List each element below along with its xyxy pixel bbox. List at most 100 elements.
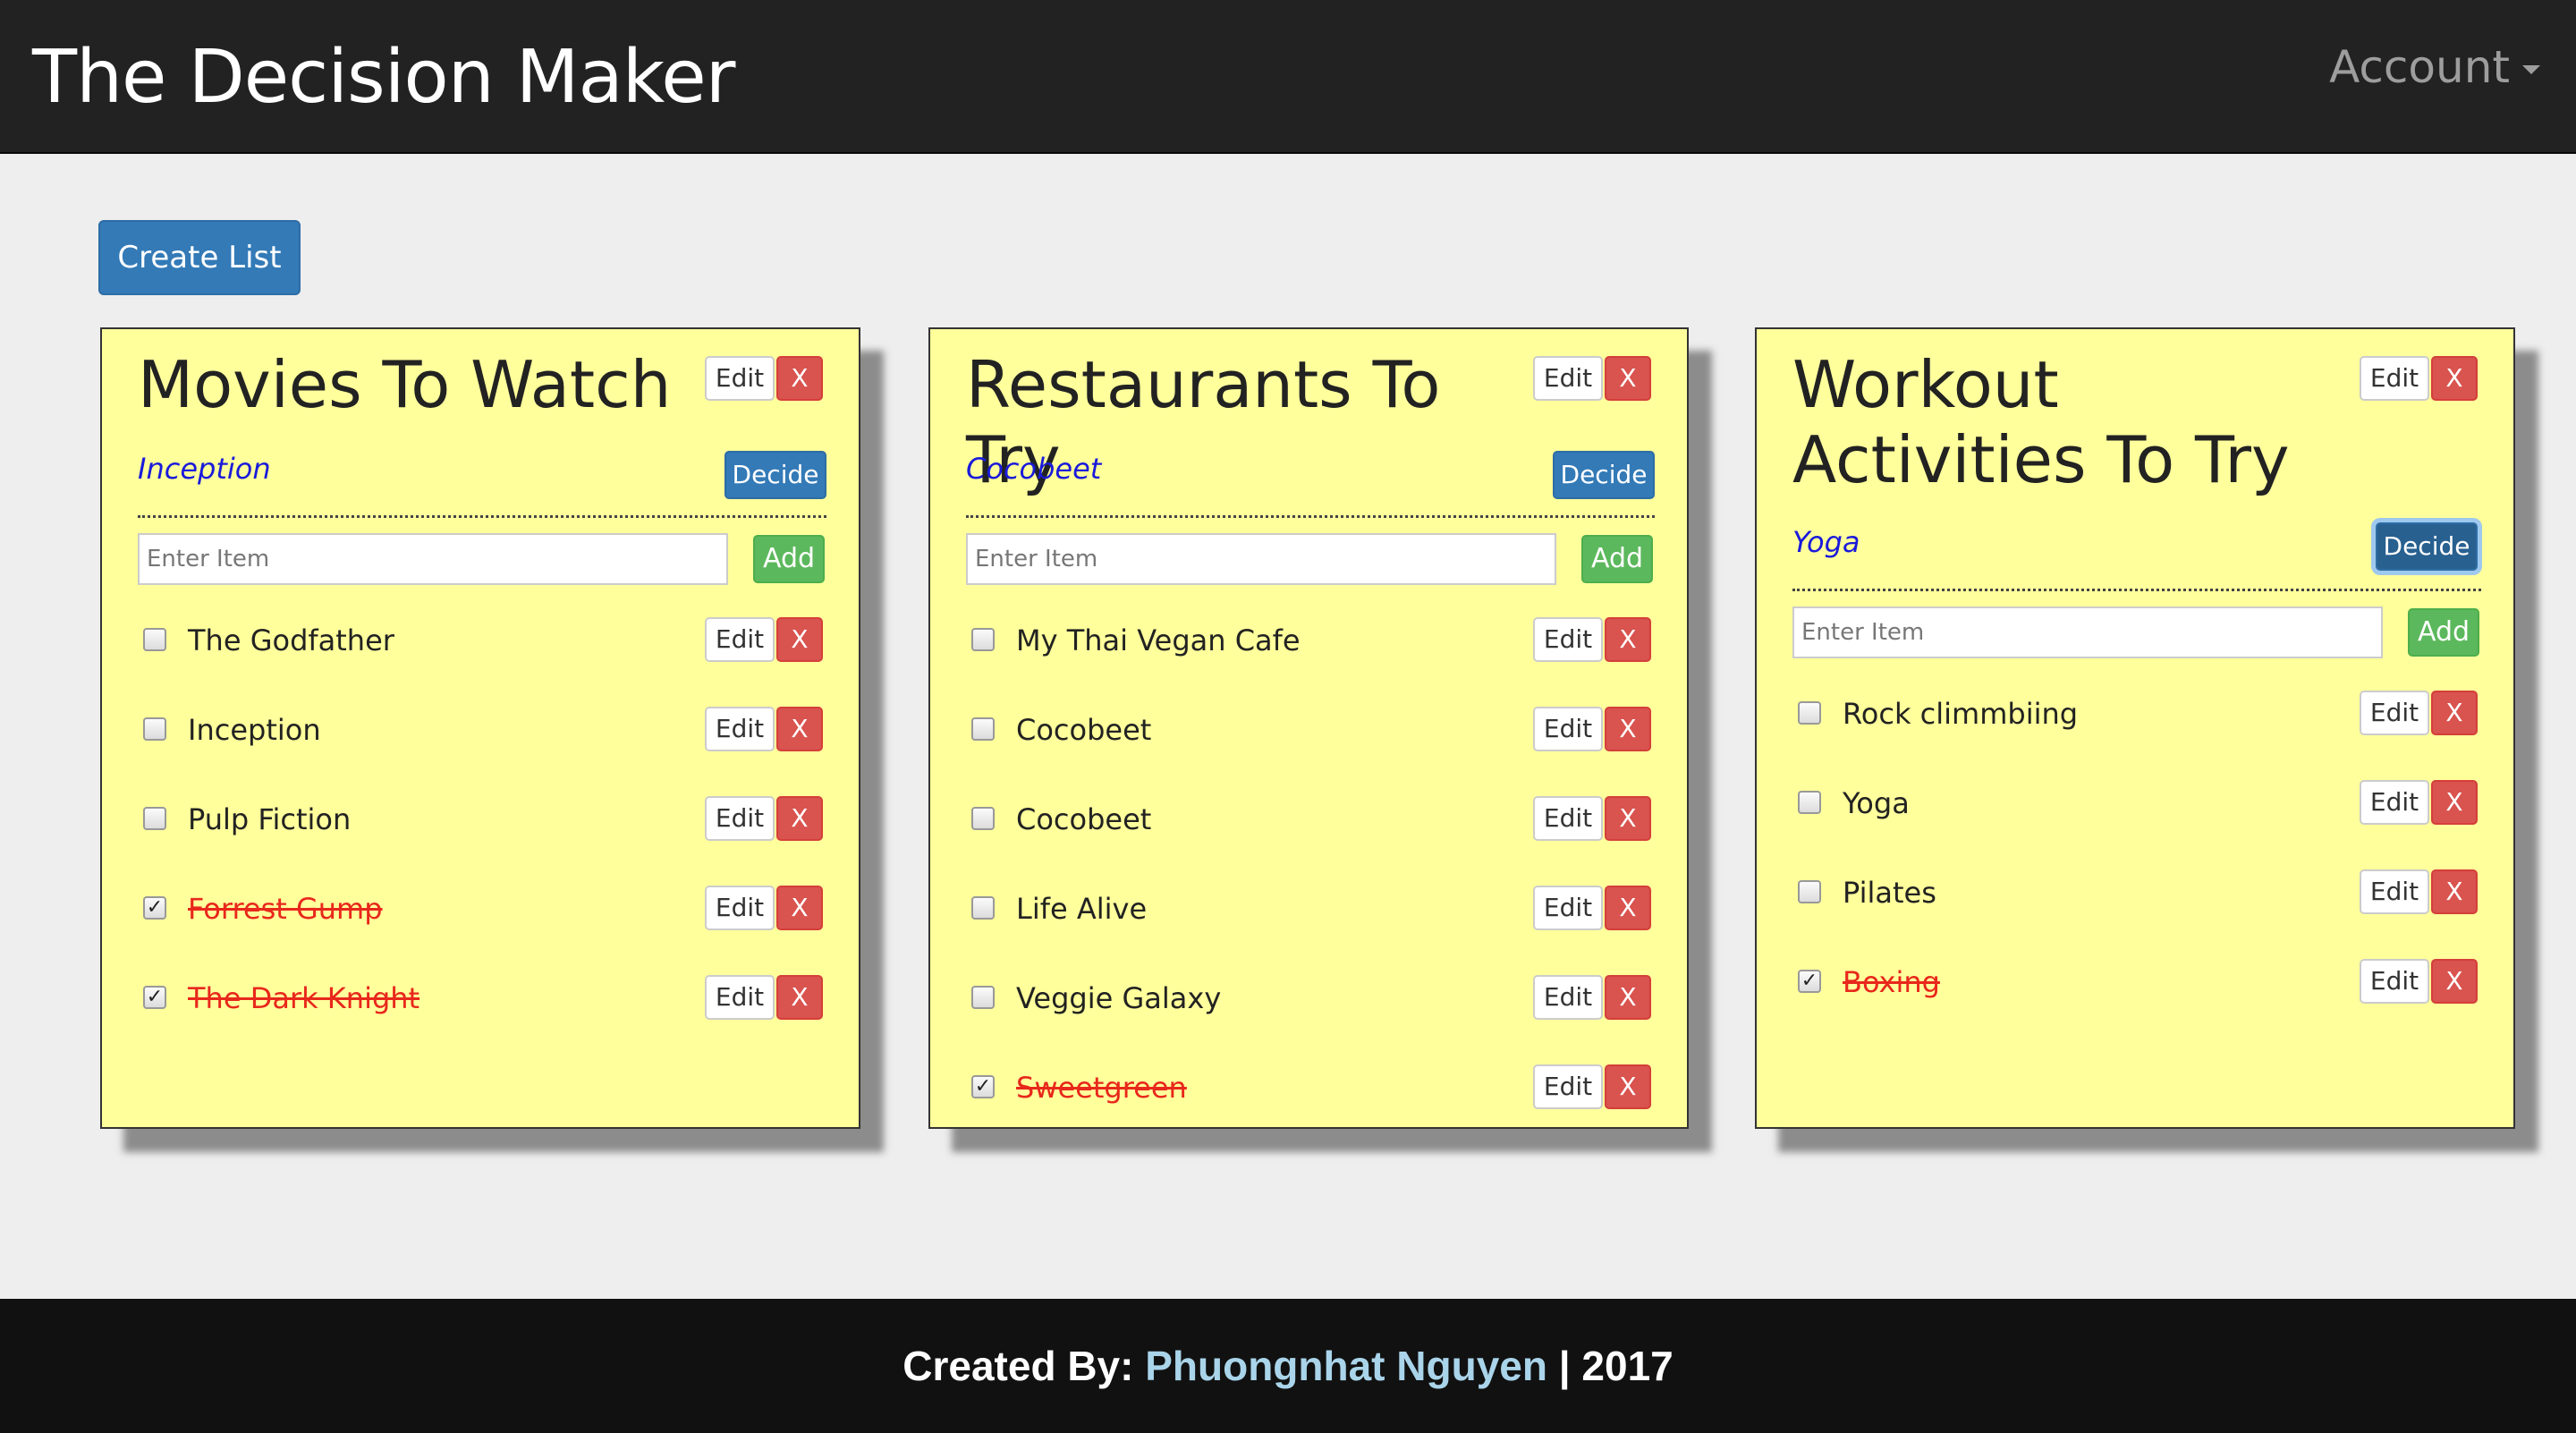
delete-item-button[interactable]: X xyxy=(1605,617,1651,662)
item-checkbox[interactable] xyxy=(971,628,995,651)
delete-item-button[interactable]: X xyxy=(1605,975,1651,1020)
item-label: Pulp Fiction xyxy=(188,802,352,836)
item-checkbox[interactable]: ✓ xyxy=(143,896,166,920)
item-checkbox[interactable] xyxy=(1798,791,1821,814)
edit-item-button[interactable]: Edit xyxy=(705,707,775,751)
item-label: Yoga xyxy=(1843,786,1910,820)
enter-item-input[interactable] xyxy=(138,533,728,585)
list-item: My Thai Vegan Cafe Edit X xyxy=(930,614,1687,667)
item-checkbox[interactable]: ✓ xyxy=(1798,970,1821,993)
edit-item-button[interactable]: Edit xyxy=(1533,975,1603,1020)
enter-item-input[interactable] xyxy=(966,533,1556,585)
edit-item-button[interactable]: Edit xyxy=(2360,780,2429,825)
delete-item-button[interactable]: X xyxy=(776,617,823,662)
delete-item-button[interactable]: X xyxy=(2431,780,2478,825)
list-card-restaurants: Restaurants To Try Edit X Cocobeet Decid… xyxy=(928,327,1689,1129)
item-label: Inception xyxy=(188,713,321,747)
edit-item-button[interactable]: Edit xyxy=(705,975,775,1020)
item-checkbox[interactable] xyxy=(971,896,995,920)
edit-list-button[interactable]: Edit xyxy=(705,356,775,401)
delete-item-button[interactable]: X xyxy=(776,796,823,841)
item-label: Life Alive xyxy=(1016,892,1148,926)
enter-item-input[interactable] xyxy=(1792,606,2383,658)
create-list-button[interactable]: Create List xyxy=(98,220,301,295)
account-dropdown[interactable]: Account xyxy=(2329,36,2540,98)
item-checkbox[interactable]: ✓ xyxy=(143,986,166,1009)
list-item: Pilates Edit X xyxy=(1757,866,2513,920)
item-label: My Thai Vegan Cafe xyxy=(1016,623,1301,657)
edit-item-button[interactable]: Edit xyxy=(1533,886,1603,930)
decided-item: Yoga xyxy=(1792,525,1860,559)
list-item: Veggie Galaxy Edit X xyxy=(930,971,1687,1025)
list-item: Cocobeet Edit X xyxy=(930,793,1687,846)
decide-button[interactable]: Decide xyxy=(2376,522,2478,571)
edit-item-button[interactable]: Edit xyxy=(1533,707,1603,751)
item-checkbox[interactable] xyxy=(143,717,166,741)
delete-item-button[interactable]: X xyxy=(776,886,823,930)
list-item: ✓ The Dark Knight Edit X xyxy=(102,971,859,1025)
delete-item-button[interactable]: X xyxy=(1605,796,1651,841)
edit-item-button[interactable]: Edit xyxy=(705,617,775,662)
app-title[interactable]: The Decision Maker xyxy=(32,29,735,127)
list-item: Cocobeet Edit X xyxy=(930,703,1687,757)
list-card-workouts: Workout Activities To Try Edit X Yoga De… xyxy=(1755,327,2515,1129)
edit-list-button[interactable]: Edit xyxy=(2360,356,2429,401)
edit-list-button[interactable]: Edit xyxy=(1533,356,1603,401)
divider xyxy=(966,515,1655,518)
item-checkbox[interactable] xyxy=(971,986,995,1009)
footer-prefix: Created By: xyxy=(902,1343,1146,1389)
list-item: ✓ Boxing Edit X xyxy=(1757,955,2513,1009)
divider xyxy=(138,515,826,518)
list-item: ✓ Forrest Gump Edit X xyxy=(102,882,859,936)
decide-button[interactable]: Decide xyxy=(1553,451,1655,499)
delete-list-button[interactable]: X xyxy=(776,356,823,401)
edit-item-button[interactable]: Edit xyxy=(1533,1064,1603,1109)
item-checkbox[interactable]: ✓ xyxy=(971,1075,995,1098)
delete-item-button[interactable]: X xyxy=(1605,1064,1651,1109)
decided-item: Inception xyxy=(138,452,271,486)
item-checkbox[interactable] xyxy=(971,717,995,741)
delete-item-button[interactable]: X xyxy=(1605,707,1651,751)
delete-list-button[interactable]: X xyxy=(1605,356,1651,401)
delete-item-button[interactable]: X xyxy=(1605,886,1651,930)
delete-item-button[interactable]: X xyxy=(2431,869,2478,914)
list-item: Inception Edit X xyxy=(102,703,859,757)
decided-item: Cocobeet xyxy=(966,452,1102,486)
item-checkbox[interactable] xyxy=(971,807,995,830)
delete-item-button[interactable]: X xyxy=(2431,691,2478,735)
item-label: Veggie Galaxy xyxy=(1016,981,1222,1015)
list-item: Life Alive Edit X xyxy=(930,882,1687,936)
edit-item-button[interactable]: Edit xyxy=(1533,617,1603,662)
navbar: The Decision Maker Account xyxy=(0,0,2576,154)
delete-list-button[interactable]: X xyxy=(2431,356,2478,401)
item-label: Rock climmbiing xyxy=(1843,697,2079,731)
list-item: Rock climmbiing Edit X xyxy=(1757,687,2513,741)
edit-item-button[interactable]: Edit xyxy=(1533,796,1603,841)
delete-item-button[interactable]: X xyxy=(776,975,823,1020)
caret-down-icon xyxy=(2522,65,2540,74)
item-label: Sweetgreen xyxy=(1016,1071,1187,1105)
list-card-movies: Movies To Watch Edit X Inception Decide … xyxy=(100,327,860,1129)
item-checkbox[interactable] xyxy=(143,807,166,830)
item-label: Forrest Gump xyxy=(188,892,383,926)
add-item-button[interactable]: Add xyxy=(1581,535,1653,583)
list-item: ✓ Sweetgreen Edit X xyxy=(930,1061,1687,1115)
decide-button[interactable]: Decide xyxy=(724,451,826,499)
edit-item-button[interactable]: Edit xyxy=(705,796,775,841)
delete-item-button[interactable]: X xyxy=(2431,959,2478,1004)
edit-item-button[interactable]: Edit xyxy=(2360,869,2429,914)
list-item: Yoga Edit X xyxy=(1757,776,2513,830)
item-checkbox[interactable] xyxy=(1798,701,1821,725)
delete-item-button[interactable]: X xyxy=(776,707,823,751)
item-checkbox[interactable] xyxy=(143,628,166,651)
edit-item-button[interactable]: Edit xyxy=(705,886,775,930)
author-link[interactable]: Phuongnhat Nguyen xyxy=(1145,1343,1547,1389)
edit-item-button[interactable]: Edit xyxy=(2360,691,2429,735)
item-label: Cocobeet xyxy=(1016,713,1152,747)
add-item-button[interactable]: Add xyxy=(753,535,825,583)
footer: Created By: Phuongnhat Nguyen | 2017 xyxy=(0,1299,2576,1433)
divider xyxy=(1792,589,2481,591)
edit-item-button[interactable]: Edit xyxy=(2360,959,2429,1004)
item-checkbox[interactable] xyxy=(1798,880,1821,903)
add-item-button[interactable]: Add xyxy=(2408,608,2479,657)
